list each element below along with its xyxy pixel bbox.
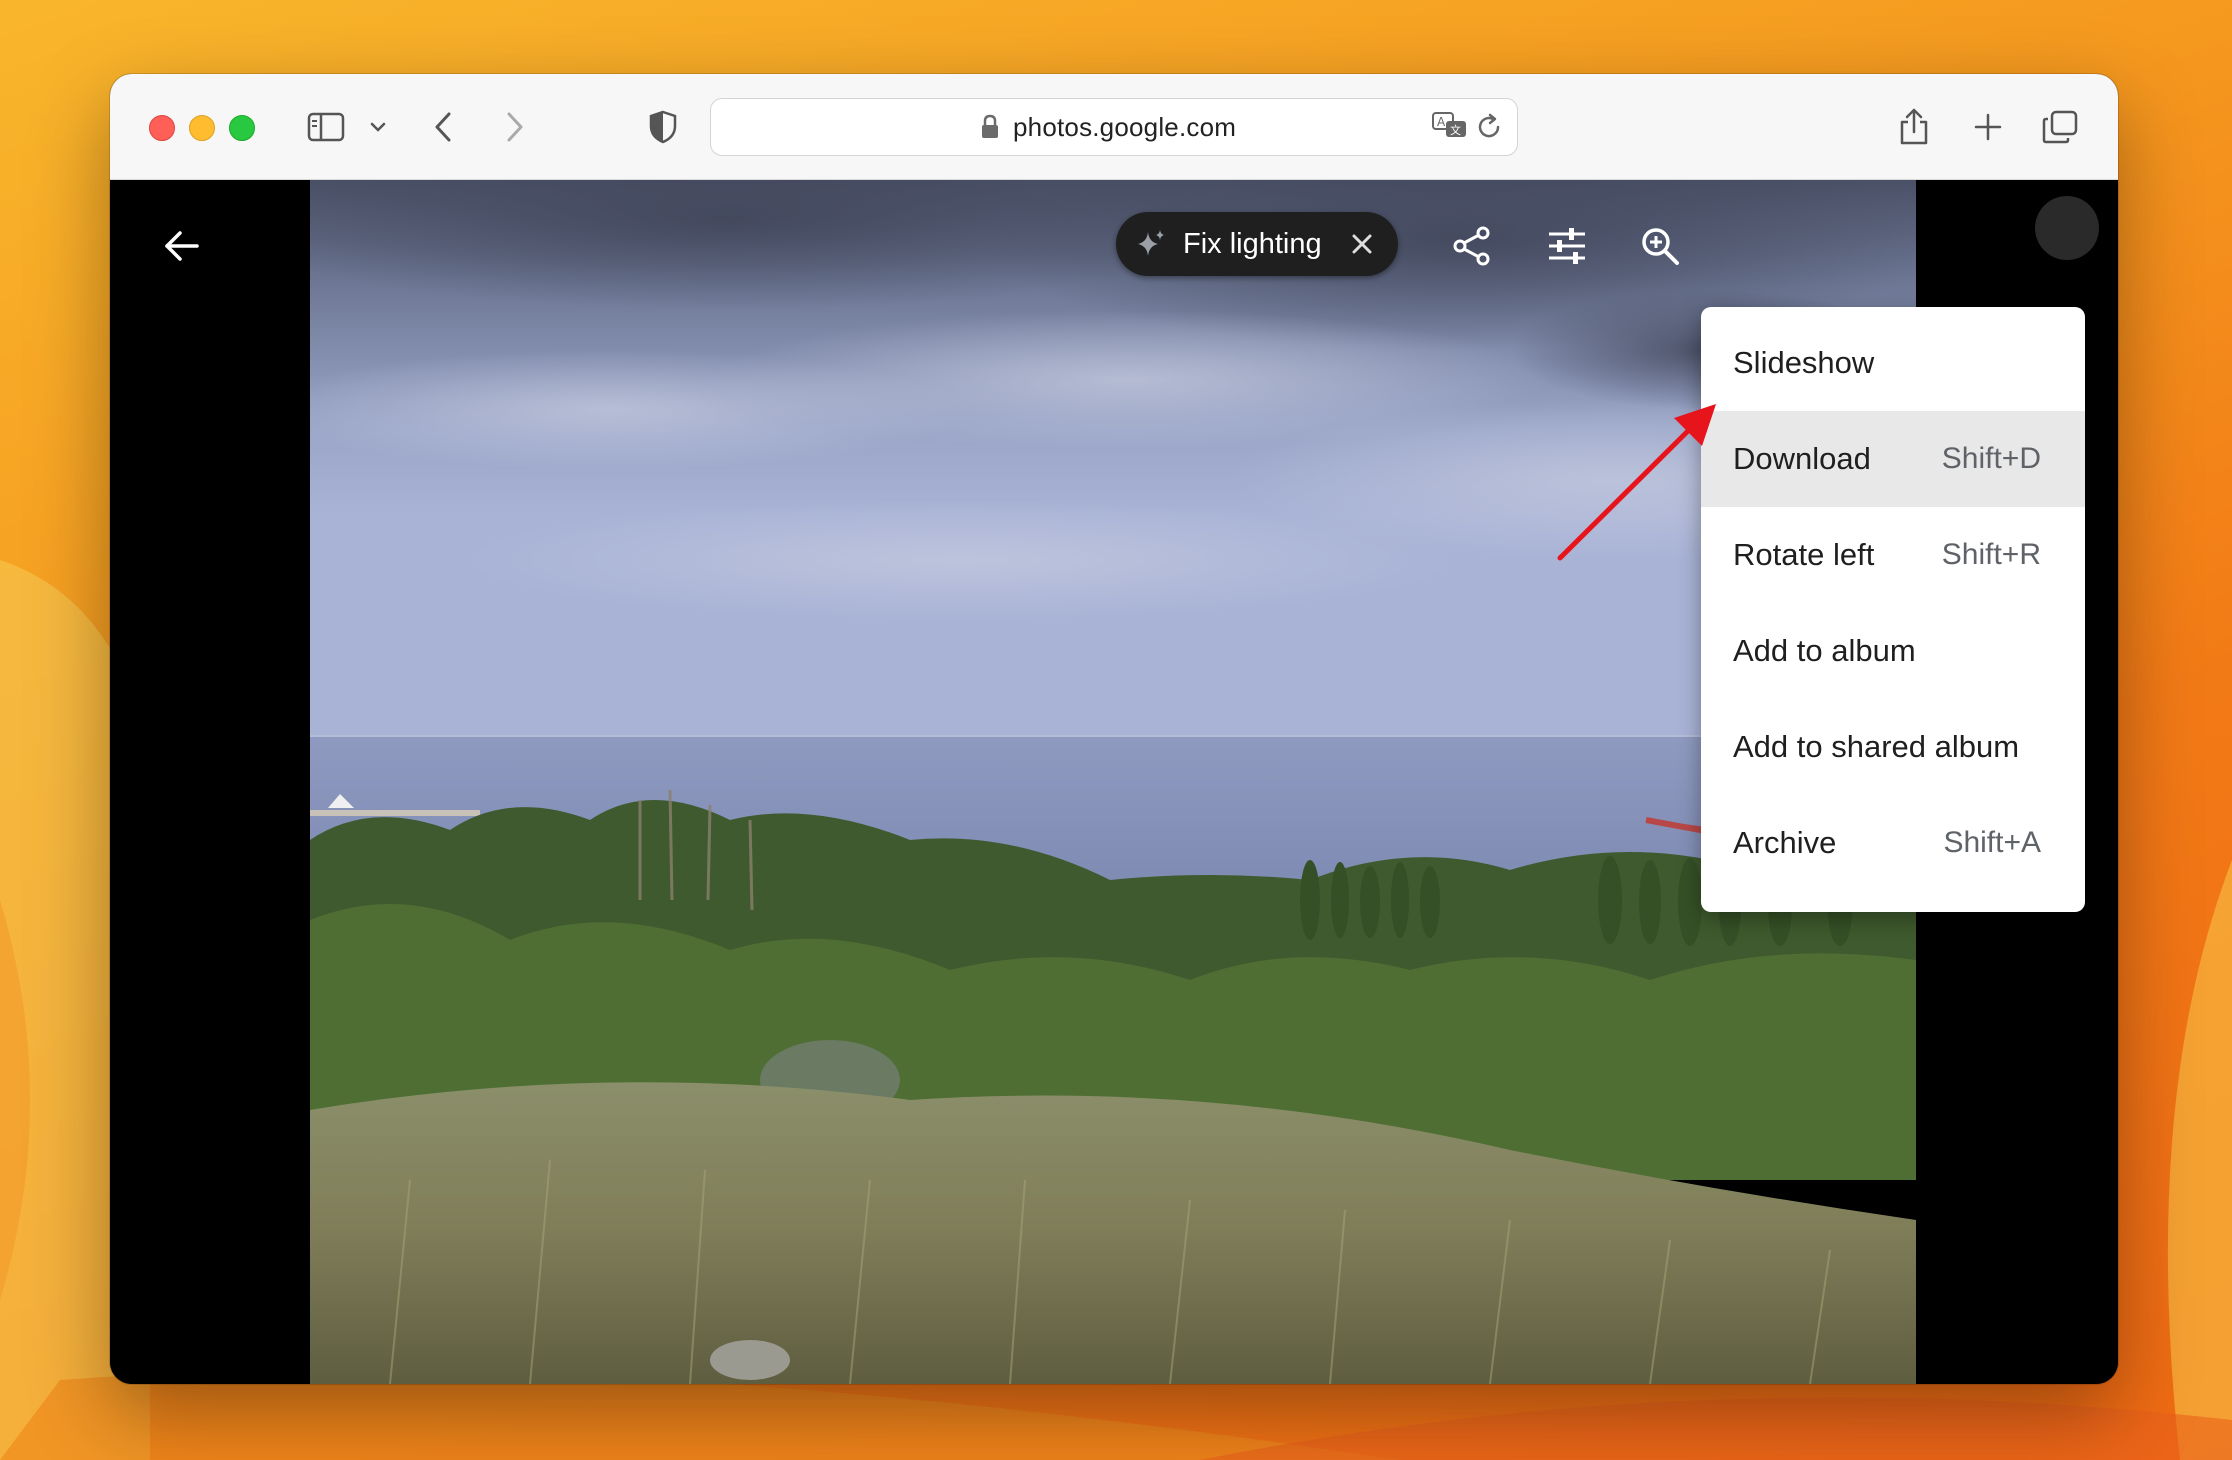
menu-item-rotate-left[interactable]: Rotate left Shift+R [1701,507,2085,603]
arrow-back-icon[interactable] [154,218,210,274]
menu-item-slideshow[interactable]: Slideshow [1701,315,2085,411]
chip-label: Fix lighting [1183,228,1322,260]
new-tab-icon[interactable] [1968,102,2008,152]
sidebar-icon[interactable] [304,102,348,152]
close-icon[interactable] [1348,230,1376,263]
shield-icon[interactable] [646,102,680,152]
minimize-window-button[interactable] [189,115,215,141]
menu-item-add-to-album[interactable]: Add to album [1701,603,2085,699]
address-bar[interactable]: photos.google.com A文 [710,98,1518,156]
more-options-button[interactable] [2035,196,2099,260]
sparkle-icon [1134,228,1168,267]
fix-lighting-chip[interactable]: Fix lighting [1116,212,1398,276]
photo-viewer: Fix lighting Slideshow Download Shift+D [110,180,2118,1384]
share-icon[interactable] [1894,102,1934,152]
browser-window: photos.google.com A文 Fix lighting Slides… [110,74,2118,1384]
translate-icon[interactable]: A文 [1431,111,1469,146]
photo [310,180,1916,1384]
back-icon[interactable] [428,102,458,152]
maximize-window-button[interactable] [229,115,255,141]
svg-text:A: A [1437,115,1446,129]
menu-item-download[interactable]: Download Shift+D [1701,411,2085,507]
chevron-down-icon[interactable] [366,102,390,152]
share-icon[interactable] [1444,218,1500,274]
svg-text:文: 文 [1450,123,1461,137]
close-window-button[interactable] [149,115,175,141]
tune-icon[interactable] [1539,218,1595,274]
menu-item-add-to-shared-album[interactable]: Add to shared album [1701,699,2085,795]
reload-icon[interactable] [1477,113,1503,146]
lock-icon [980,114,1000,145]
forward-icon[interactable] [500,102,530,152]
menu-item-archive[interactable]: Archive Shift+A [1701,795,2085,891]
tab-overview-icon[interactable] [2040,102,2080,152]
url-text: photos.google.com [1013,112,1237,142]
more-options-menu: Slideshow Download Shift+D Rotate left S… [1701,307,2085,912]
browser-toolbar: photos.google.com A文 [110,74,2118,180]
zoom-in-icon[interactable] [1632,218,1688,274]
